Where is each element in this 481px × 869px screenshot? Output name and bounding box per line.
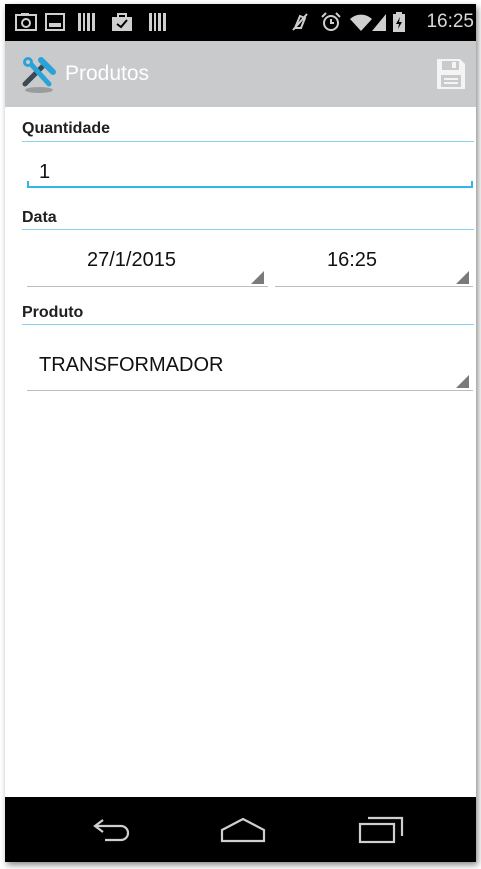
- signal-icon: [372, 14, 386, 31]
- recent-apps-button[interactable]: [357, 813, 405, 847]
- barcode-icon: [149, 13, 166, 31]
- camera-icon: [15, 13, 37, 31]
- phone-screen: 16:25 Produtos Quantidade 1 Data 27/1/20…: [5, 4, 476, 862]
- date-spinner[interactable]: 27/1/2015: [27, 235, 268, 287]
- time-value: 16:25: [327, 249, 378, 271]
- date-value: 27/1/2015: [87, 249, 176, 271]
- dropdown-arrow-icon: [456, 271, 469, 284]
- alarm-icon: [321, 12, 341, 31]
- date-label: Data: [22, 209, 57, 226]
- back-icon: [93, 819, 130, 842]
- wifi-icon: [350, 14, 372, 31]
- quantity-value[interactable]: 1: [39, 161, 50, 184]
- action-bar: Produtos: [5, 41, 476, 107]
- field-underline: [27, 186, 473, 188]
- form-content: Quantidade 1 Data 27/1/2015 16:25 Produt…: [5, 107, 476, 797]
- navigation-bar: [5, 797, 476, 862]
- barcode-icon: [78, 13, 95, 31]
- home-button[interactable]: [219, 813, 267, 847]
- dropdown-arrow-icon: [251, 271, 264, 284]
- product-spinner[interactable]: TRANSFORMADOR: [27, 335, 473, 391]
- divider: [22, 324, 474, 325]
- status-bar: 16:25: [5, 4, 476, 41]
- shopping-bag-icon: [112, 13, 132, 31]
- recent-apps-icon: [358, 816, 404, 844]
- battery-icon: [393, 12, 405, 32]
- field-edge: [471, 181, 473, 187]
- back-button[interactable]: [89, 813, 137, 847]
- dropdown-arrow-icon: [456, 375, 469, 388]
- quantity-field[interactable]: 1: [22, 147, 474, 193]
- spinner-underline: [27, 390, 473, 391]
- divider: [22, 141, 474, 142]
- time-spinner[interactable]: 16:25: [275, 235, 473, 287]
- product-value: TRANSFORMADOR: [39, 354, 224, 376]
- quantity-label: Quantidade: [22, 120, 111, 137]
- save-button[interactable]: [434, 57, 468, 91]
- product-label: Produto: [22, 304, 84, 321]
- image-icon: [45, 13, 65, 31]
- mute-icon: [292, 13, 308, 31]
- divider: [22, 229, 474, 230]
- app-title: Produtos: [65, 62, 150, 85]
- spinner-underline: [275, 286, 473, 287]
- spinner-underline: [27, 286, 268, 287]
- home-icon: [220, 817, 266, 843]
- tools-icon[interactable]: [19, 54, 59, 94]
- save-icon: [437, 59, 465, 89]
- status-time: 16:25: [426, 11, 474, 32]
